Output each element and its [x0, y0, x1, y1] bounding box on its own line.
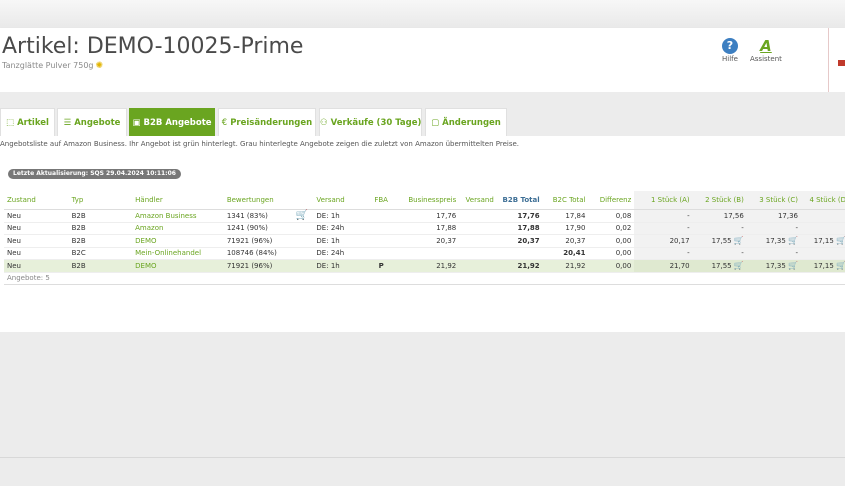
col-haendler[interactable]: Händler: [132, 191, 224, 210]
assistant-label: Assistent: [750, 55, 782, 63]
list-icon: ☰: [63, 118, 72, 128]
col-versand[interactable]: Versand: [313, 191, 368, 210]
col-bewertungen[interactable]: Bewertungen: [223, 191, 291, 210]
buybox-cart-icon: 🛒: [295, 210, 309, 222]
updated-badge: Letzte Aktualisierung: SQS 29.04.2024 10…: [8, 169, 181, 179]
offer-count: Angebote: 5: [4, 272, 845, 285]
col-differenz[interactable]: Differenz: [588, 191, 635, 210]
tab-b2b-angebote[interactable]: ▣ B2B Angebote: [129, 108, 215, 136]
seller-link[interactable]: DEMO: [132, 234, 224, 248]
assistant-button[interactable]: A Assistent: [750, 38, 782, 63]
box-icon: ⬚: [6, 118, 15, 128]
offers-table: Zustand Typ Händler Bewertungen Versand …: [4, 191, 845, 285]
col-zustand[interactable]: Zustand: [4, 191, 69, 210]
cart-icon: 🛒: [733, 261, 744, 271]
page-header: Artikel: DEMO-10025-Prime Tanzglätte Pul…: [0, 28, 845, 92]
top-bar: [0, 0, 845, 28]
col-stueck-d[interactable]: 4 Stück (D: [800, 191, 845, 210]
bottom-divider: [0, 457, 845, 458]
question-icon: ?: [722, 38, 738, 54]
seller-link[interactable]: Amazon: [132, 222, 224, 235]
help-button[interactable]: ? Hilfe: [722, 38, 738, 63]
cart-icon: 🛒: [733, 236, 744, 246]
col-b2b-total[interactable]: B2B Total: [496, 191, 543, 210]
flag-icon[interactable]: [838, 60, 845, 66]
table-footer-row: Angebote: 5: [4, 272, 845, 285]
tab-preisaenderungen[interactable]: € Preisänderungen: [218, 108, 316, 136]
lightbulb-icon[interactable]: ✺: [96, 61, 104, 71]
briefcase-icon: ▣: [132, 118, 141, 128]
col-cart: [290, 191, 314, 210]
page-subtitle: Tanzglätte Pulver 750g ✺: [2, 61, 103, 71]
table-row: Neu B2B DEMO 71921 (96%) DE: 1h 20,37 20…: [4, 234, 845, 248]
description-text: Angebotsliste auf Amazon Business. Ihr A…: [0, 140, 520, 148]
col-stueck-c[interactable]: 3 Stück (C): [746, 191, 801, 210]
wizard-icon: A: [760, 37, 772, 55]
help-label: Hilfe: [722, 55, 738, 63]
tab-aenderungen[interactable]: ▢ Änderungen: [425, 108, 507, 136]
table-header-row: Zustand Typ Händler Bewertungen Versand …: [4, 191, 845, 210]
table-row: Neu B2B Amazon 1241 (90%) DE: 24h 17,88 …: [4, 222, 845, 235]
cart-icon: 🛒: [836, 236, 845, 246]
tab-artikel[interactable]: ⬚ Artikel: [0, 108, 55, 136]
content-panel: Angebotsliste auf Amazon Business. Ihr A…: [0, 136, 845, 332]
seller-link[interactable]: DEMO: [132, 259, 224, 273]
table-row: Neu B2C Mein-Onlinehandel 108746 (84%) D…: [4, 247, 845, 260]
euro-icon: €: [221, 118, 228, 128]
col-businesspreis[interactable]: Businesspreis: [394, 191, 460, 210]
tab-angebote[interactable]: ☰ Angebote: [57, 108, 127, 136]
tab-bar: ⬚ Artikel ☰ Angebote ▣ B2B Angebote € Preisä…: [0, 108, 845, 136]
people-icon: ⚇: [320, 118, 328, 128]
header-divider: [828, 28, 829, 92]
cart-icon: 🛒: [788, 261, 798, 271]
table-row: Neu B2B Amazon Business 1341 (83%) 🛒 DE:…: [4, 209, 845, 223]
col-versand-2[interactable]: Versand: [459, 191, 497, 210]
col-typ[interactable]: Typ: [68, 191, 133, 210]
fba-prime-marker: P: [367, 259, 395, 273]
col-stueck-a[interactable]: 1 Stück (A): [634, 191, 693, 210]
seller-link[interactable]: Mein-Onlinehandel: [132, 247, 224, 260]
col-b2c-total[interactable]: B2C Total: [542, 191, 589, 210]
col-stueck-b[interactable]: 2 Stück (B): [692, 191, 747, 210]
own-offer-row: Neu B2B DEMO 71921 (96%) DE: 1h P 21,92 …: [4, 259, 845, 273]
col-fba[interactable]: FBA: [367, 191, 395, 210]
cart-icon: 🛒: [836, 261, 845, 271]
page-title: Artikel: DEMO-10025-Prime: [2, 34, 304, 59]
product-name: Tanzglätte Pulver 750g: [2, 61, 94, 70]
seller-link[interactable]: Amazon Business: [132, 209, 224, 223]
tab-verkaeufe[interactable]: ⚇ Verkäufe (30 Tage): [319, 108, 422, 136]
note-icon: ▢: [431, 118, 440, 128]
cart-icon: 🛒: [788, 236, 798, 246]
